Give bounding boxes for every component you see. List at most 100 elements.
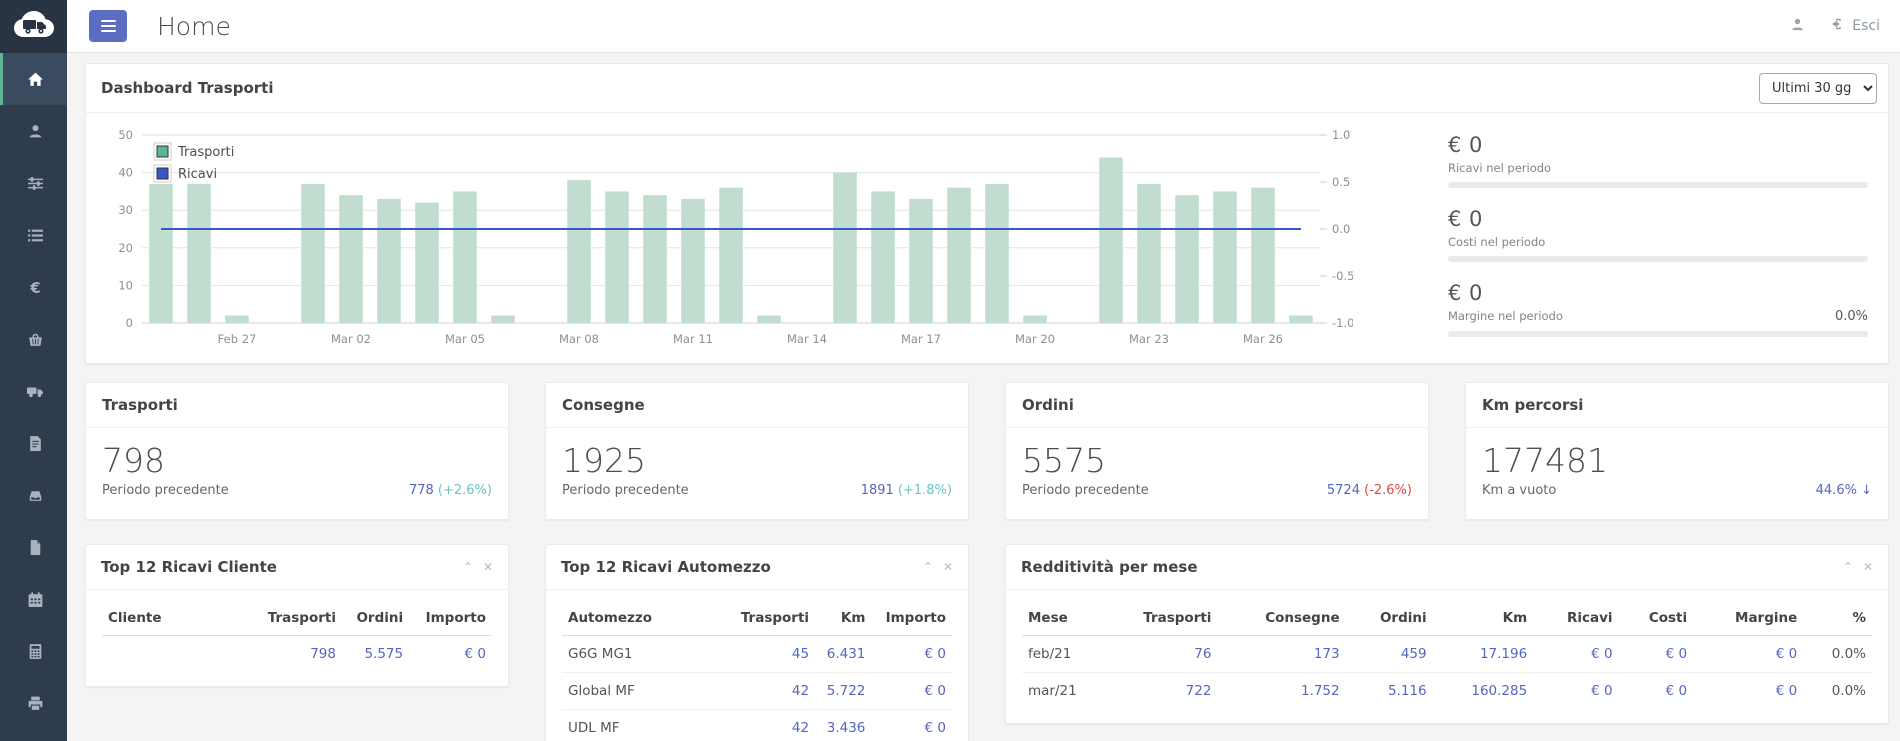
page-title: Home [157,12,231,41]
metric-ricavi-value: € 0 [1448,133,1868,157]
table-row: G6G MG1456.431€ 0 [562,636,952,673]
metric-margine-percent: 0.0% [1835,309,1868,324]
table-cell: 5.575 [342,636,409,673]
sidebar-item-calculator[interactable] [0,625,67,677]
file-text-icon [27,435,44,452]
metric-costi: € 0 Costi nel periodo [1448,207,1868,262]
period-select[interactable]: Ultimi 30 gg [1759,73,1877,104]
sidebar-item-user[interactable] [0,105,67,157]
chart-canvas: 01020304050-1.0-0.50.00.51.0Feb 27Mar 02… [98,121,1353,359]
app-logo[interactable] [0,0,67,53]
svg-text:Mar 17: Mar 17 [901,332,941,346]
basket-icon [27,331,44,348]
user-profile-icon[interactable] [1790,17,1805,36]
sidebar-item-file-text[interactable] [0,417,67,469]
sidebar-item-inbox[interactable] [0,469,67,521]
stat-card-delta: (+2.6%) [438,483,492,498]
logout-label: Esci [1852,18,1880,34]
truck-cloud-logo-icon [13,9,55,45]
stat-card-title: Consegne [546,383,968,428]
inbox-icon [27,487,44,504]
table-cell: Global MF [562,673,726,710]
table-cell: 0.0% [1803,673,1872,710]
svg-text:Mar 23: Mar 23 [1129,332,1169,346]
table-cell: 42 [726,673,815,710]
table-cell: mar/21 [1022,673,1099,710]
table-row: mar/217221.7525.116160.285€ 0€ 0€ 00.0% [1022,673,1872,710]
sidebar-item-truck[interactable] [0,365,67,417]
column-header: Consegne [1217,600,1345,636]
metric-costi-value: € 0 [1448,207,1868,231]
stat-card-title: Km percorsi [1466,383,1888,428]
column-header: Margine [1693,600,1803,636]
sidebar-item-calendar[interactable] [0,573,67,625]
collapse-icon[interactable]: ⌃ [1843,560,1853,574]
table-cell: 798 [250,636,342,673]
stat-card-compare: 5724 [1327,483,1360,498]
stat-card-value: 5575 [1022,440,1412,481]
table-cell: 0.0% [1803,636,1872,673]
svg-text:-0.5: -0.5 [1332,269,1353,283]
stat-card-value: 1925 [562,440,952,481]
close-icon[interactable]: ✕ [943,560,953,574]
stat-card-compare: 778 [409,483,434,498]
column-header: Ordini [1346,600,1433,636]
sidebar-item-printer[interactable] [0,677,67,729]
sidebar-item-home[interactable] [0,53,67,105]
stat-card-label: Periodo precedente [1022,483,1149,498]
stat-card-delta: (+1.8%) [898,483,952,498]
svg-text:40: 40 [118,166,133,180]
automezzi-table: AutomezzoTrasportiKmImportoG6G MG1456.43… [562,600,952,741]
redditivita-per-mese-panel: Redditività per mese ⌃ ✕ MeseTrasportiCo… [1005,544,1889,724]
app-root: € [0,0,1900,741]
topbar: Home Esci [67,0,1900,53]
metric-margine-value: € 0 [1448,281,1868,305]
sidebar-item-list[interactable] [0,209,67,261]
top-ricavi-automezzo-panel: Top 12 Ricavi Automezzo ⌃ ✕ AutomezzoTra… [545,544,969,741]
svg-text:20: 20 [118,241,133,255]
table-cell: 1.752 [1217,673,1345,710]
svg-text:Mar 02: Mar 02 [331,332,371,346]
stat-card-km-percorsi: Km percorsi 177481 Km a vuoto 44.6% ↓ [1465,382,1889,520]
svg-text:0.0: 0.0 [1332,222,1350,236]
svg-text:Feb 27: Feb 27 [218,332,257,346]
column-header: Trasporti [250,600,342,636]
sidebar-item-basket[interactable] [0,313,67,365]
metric-ricavi: € 0 Ricavi nel periodo [1448,133,1868,188]
metric-ricavi-label: Ricavi nel periodo [1448,161,1551,175]
sidebar-item-file[interactable] [0,521,67,573]
column-header: Costi [1619,600,1694,636]
table-cell: 173 [1217,636,1345,673]
close-icon[interactable]: ✕ [483,560,493,574]
top-ricavi-cliente-panel: Top 12 Ricavi Cliente ⌃ ✕ ClienteTraspor… [85,544,509,687]
svg-text:Mar 08: Mar 08 [559,332,599,346]
stat-card-title: Trasporti [86,383,508,428]
collapse-icon[interactable]: ⌃ [463,560,473,574]
column-header: Cliente [102,600,250,636]
table-cell [102,636,250,673]
close-icon[interactable]: ✕ [1863,560,1873,574]
clienti-table: ClienteTrasportiOrdiniImporto7985.575€ 0 [102,600,492,672]
column-header: Trasporti [1099,600,1218,636]
table-cell: € 0 [1693,636,1803,673]
table-cell: 45 [726,636,815,673]
svg-text:30: 30 [118,203,133,217]
calculator-icon [27,643,44,660]
svg-text:Mar 14: Mar 14 [787,332,827,346]
stat-card-value: 177481 [1482,440,1872,481]
truck-icon [26,383,44,400]
table-cell: € 0 [1533,673,1618,710]
table-cell: 76 [1099,636,1218,673]
stat-card-value: 798 [102,440,492,481]
svg-text:10: 10 [118,278,133,292]
svg-text:50: 50 [118,128,133,142]
collapse-icon[interactable]: ⌃ [923,560,933,574]
column-header: Km [815,600,871,636]
dashboard-panel-header: Dashboard Trasporti Ultimi 30 gg [86,64,1888,113]
metric-margine-label: Margine nel periodo [1448,309,1563,323]
user-icon [27,123,44,140]
sidebar-item-sliders[interactable] [0,157,67,209]
sidebar-toggle-button[interactable] [89,10,127,42]
logout-link[interactable]: Esci [1831,17,1880,35]
sidebar-item-euro[interactable]: € [0,261,67,313]
